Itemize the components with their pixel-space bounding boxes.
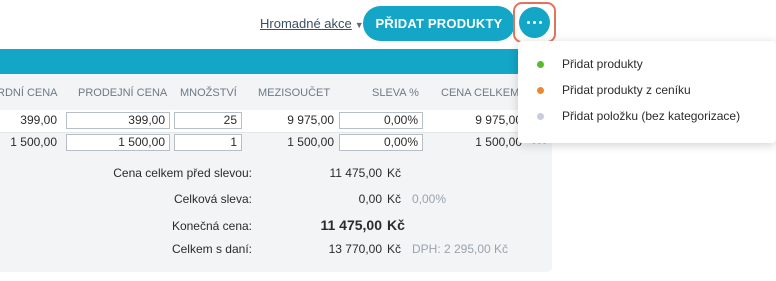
lavender-dot-icon xyxy=(537,113,544,120)
row-list-price: 399,00 xyxy=(20,113,57,127)
column-header-list-price: RDNÍ CENA xyxy=(0,87,58,99)
quantity-input[interactable]: 25 xyxy=(174,112,242,129)
menu-item-label: Přidat položku (bez kategorizace) xyxy=(562,109,741,123)
currency-label: Kč xyxy=(387,242,402,256)
green-dot-icon xyxy=(537,61,544,68)
row-list-price: 1 500,00 xyxy=(10,135,57,149)
final-price-label: Konečná cena: xyxy=(171,219,252,233)
row-total: 1 500,00 xyxy=(475,135,522,149)
currency-label: Kč xyxy=(387,166,402,180)
total-discount-label: Celková sleva: xyxy=(173,192,252,206)
column-header-sale-price: PRODEJNÍ CENA xyxy=(78,87,168,99)
row-subtotal: 1 500,00 xyxy=(287,135,334,149)
discount-input[interactable]: 0,00% xyxy=(339,134,423,151)
menu-item-add-uncategorized[interactable]: Přidat položku (bez kategorizace) xyxy=(518,104,776,130)
quantity-input[interactable]: 1 xyxy=(174,134,242,151)
with-tax-label: Celkem s daní: xyxy=(171,242,252,256)
discount-input[interactable]: 0,00% xyxy=(339,112,423,129)
menu-item-label: Přidat produkty z ceníku xyxy=(562,83,691,97)
menu-item-add-from-pricelist[interactable]: Přidat produkty z ceníku xyxy=(518,78,776,104)
sale-price-input[interactable]: 399,00 xyxy=(66,112,170,129)
add-products-button[interactable]: PŘIDAT PRODUKTY xyxy=(363,6,515,41)
bulk-actions-label: Hromadné akce xyxy=(260,16,352,31)
with-tax-value: 13 770,00 xyxy=(328,242,382,256)
more-horizontal-icon-dot xyxy=(533,21,536,24)
more-options-highlight xyxy=(513,2,556,43)
column-header-discount: SLEVA % xyxy=(372,87,419,99)
menu-item-add-products[interactable]: Přidat produkty xyxy=(518,52,776,78)
column-header-subtotal: MEZISOUČET xyxy=(258,87,331,99)
sale-price-input[interactable]: 1 500,00 xyxy=(66,134,170,151)
more-horizontal-icon xyxy=(527,21,530,24)
more-horizontal-icon-dot xyxy=(539,21,542,24)
row-total: 9 975,00 xyxy=(475,113,522,127)
bulk-actions-link[interactable]: Hromadné akce ▼ xyxy=(260,16,364,31)
orange-dot-icon xyxy=(537,87,544,94)
more-options-menu: Přidat produkty Přidat produkty z ceníku… xyxy=(518,41,776,143)
row-subtotal: 9 975,00 xyxy=(287,113,334,127)
before-discount-value: 11 475,00 xyxy=(329,166,383,180)
menu-item-label: Přidat produkty xyxy=(562,57,643,71)
section-header-bar xyxy=(0,49,552,74)
column-header-quantity: MNOŽSTVÍ xyxy=(180,87,237,99)
total-discount-value: 0,00 xyxy=(358,192,382,206)
vat-note: DPH: 2 295,00 Kč xyxy=(412,242,509,256)
before-discount-label: Cena celkem před slevou: xyxy=(113,166,252,180)
more-options-button[interactable] xyxy=(519,7,550,38)
column-header-total: CENA CELKEM xyxy=(441,87,520,99)
final-price-currency: Kč xyxy=(387,217,405,233)
row-divider xyxy=(0,132,528,133)
currency-label: Kč xyxy=(387,192,402,206)
add-products-label: PŘIDAT PRODUKTY xyxy=(375,16,503,31)
total-discount-percent: 0,00% xyxy=(412,192,447,206)
final-price-value: 11 475,00 xyxy=(320,217,382,233)
